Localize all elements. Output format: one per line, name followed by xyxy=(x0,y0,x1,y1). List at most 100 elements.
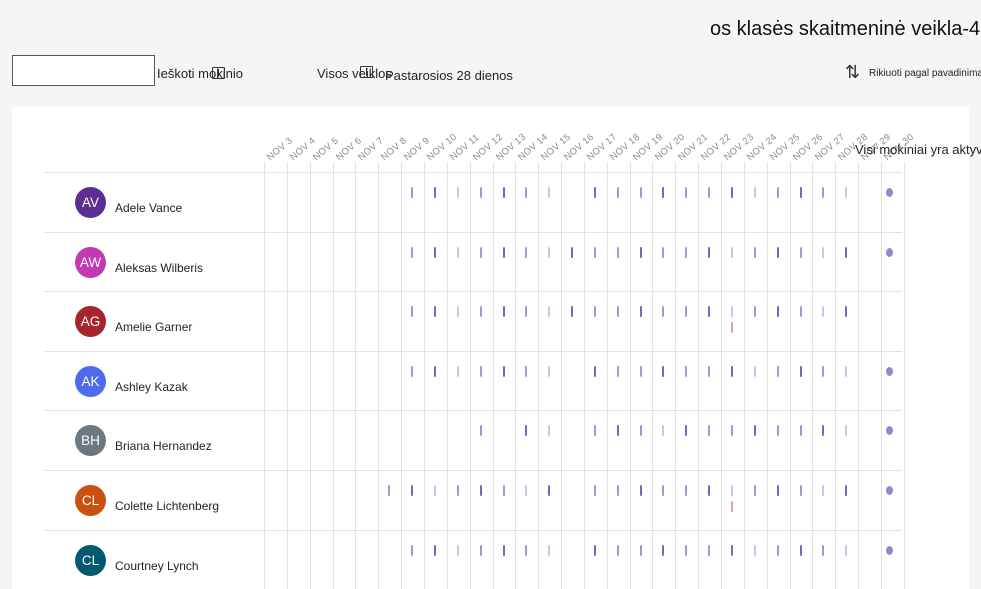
activity-mark[interactable] xyxy=(502,485,505,496)
activity-mark[interactable] xyxy=(616,544,619,556)
activity-mark[interactable] xyxy=(616,246,619,258)
activity-mark[interactable] xyxy=(548,544,551,556)
activity-mark[interactable] xyxy=(502,306,505,318)
activity-mark[interactable] xyxy=(639,425,642,437)
student-name[interactable]: Amelie Garner xyxy=(115,320,192,334)
activity-mark[interactable] xyxy=(845,544,848,556)
activity-mark[interactable] xyxy=(502,365,505,377)
activity-mark[interactable] xyxy=(845,365,848,377)
activity-mark[interactable] xyxy=(548,246,551,258)
activity-mark[interactable] xyxy=(456,485,459,496)
activity-mark[interactable] xyxy=(753,306,756,318)
activity-mark[interactable] xyxy=(799,187,802,198)
activity-mark[interactable] xyxy=(639,306,642,318)
activity-mark[interactable] xyxy=(433,485,436,496)
activity-mark[interactable] xyxy=(456,306,459,318)
activity-mark[interactable] xyxy=(685,306,688,318)
activity-mark[interactable] xyxy=(479,365,482,377)
activity-mark[interactable] xyxy=(479,246,482,258)
period-dropdown[interactable]: Pastarosios 28 dienos xyxy=(385,68,513,83)
activity-mark[interactable] xyxy=(776,485,779,496)
activity-mark[interactable] xyxy=(685,425,688,437)
activity-dot[interactable] xyxy=(885,486,893,495)
activity-mark[interactable] xyxy=(753,485,756,496)
activity-mark[interactable] xyxy=(479,425,482,437)
search-input[interactable] xyxy=(12,55,155,86)
activity-mark[interactable] xyxy=(593,246,596,258)
activity-mark[interactable] xyxy=(799,485,802,496)
activity-mark[interactable] xyxy=(731,425,733,437)
activity-mark[interactable] xyxy=(502,187,505,198)
activity-mark[interactable] xyxy=(776,306,779,318)
activity-mark[interactable] xyxy=(685,246,688,258)
student-name[interactable]: Courtney Lynch xyxy=(115,559,199,573)
sort-arrows-icon[interactable]: ⇅ xyxy=(845,63,860,81)
activity-mark[interactable] xyxy=(616,425,619,437)
activity-mark[interactable] xyxy=(845,246,848,258)
activity-mark[interactable] xyxy=(685,485,688,496)
activity-mark[interactable] xyxy=(639,544,642,556)
activity-mark[interactable] xyxy=(456,246,459,258)
activity-mark[interactable] xyxy=(731,246,733,258)
activity-mark[interactable] xyxy=(753,365,756,377)
activity-mark[interactable] xyxy=(708,544,711,556)
activity-mark[interactable] xyxy=(548,425,551,437)
activity-mark[interactable] xyxy=(502,246,505,258)
student-name[interactable]: Ashley Kazak xyxy=(115,380,188,394)
student-name[interactable]: Colette Lichtenberg xyxy=(115,499,219,513)
activity-mark[interactable] xyxy=(433,246,436,258)
activity-dot[interactable] xyxy=(885,188,893,197)
alert-mark[interactable] xyxy=(731,322,733,334)
student-name[interactable]: Briana Hernandez xyxy=(115,439,212,453)
activity-mark[interactable] xyxy=(411,246,414,258)
activity-mark[interactable] xyxy=(639,246,642,258)
activity-mark[interactable] xyxy=(456,365,459,377)
activity-mark[interactable] xyxy=(845,425,848,437)
activity-filter-dropdown[interactable]: Visos veiklos xyxy=(317,66,392,81)
activity-mark[interactable] xyxy=(708,187,711,198)
activity-mark[interactable] xyxy=(548,485,551,496)
activity-mark[interactable] xyxy=(799,246,802,258)
activity-mark[interactable] xyxy=(776,425,779,437)
activity-mark[interactable] xyxy=(685,365,688,377)
activity-mark[interactable] xyxy=(685,187,688,198)
activity-mark[interactable] xyxy=(571,306,574,318)
activity-mark[interactable] xyxy=(616,485,619,496)
activity-mark[interactable] xyxy=(753,246,756,258)
activity-mark[interactable] xyxy=(799,365,802,377)
activity-mark[interactable] xyxy=(479,187,482,198)
activity-mark[interactable] xyxy=(616,365,619,377)
activity-mark[interactable] xyxy=(731,306,733,318)
activity-mark[interactable] xyxy=(593,306,596,318)
activity-mark[interactable] xyxy=(593,485,596,496)
activity-mark[interactable] xyxy=(753,187,756,198)
activity-mark[interactable] xyxy=(479,306,482,318)
activity-mark[interactable] xyxy=(731,485,733,496)
alert-mark[interactable] xyxy=(731,501,733,512)
activity-mark[interactable] xyxy=(433,187,436,198)
activity-mark[interactable] xyxy=(845,485,848,496)
activity-mark[interactable] xyxy=(411,187,414,198)
activity-mark[interactable] xyxy=(502,544,505,556)
activity-mark[interactable] xyxy=(571,246,574,258)
activity-mark[interactable] xyxy=(639,187,642,198)
activity-mark[interactable] xyxy=(731,544,733,556)
activity-mark[interactable] xyxy=(388,485,391,496)
activity-mark[interactable] xyxy=(479,544,482,556)
activity-mark[interactable] xyxy=(593,425,596,437)
activity-mark[interactable] xyxy=(593,187,596,198)
activity-mark[interactable] xyxy=(708,365,711,377)
activity-mark[interactable] xyxy=(845,187,848,198)
activity-mark[interactable] xyxy=(456,187,459,198)
activity-mark[interactable] xyxy=(411,365,414,377)
activity-mark[interactable] xyxy=(548,306,551,318)
activity-mark[interactable] xyxy=(799,425,802,437)
activity-mark[interactable] xyxy=(411,485,414,496)
activity-mark[interactable] xyxy=(708,425,711,437)
activity-mark[interactable] xyxy=(753,544,756,556)
activity-mark[interactable] xyxy=(639,485,642,496)
activity-mark[interactable] xyxy=(708,306,711,318)
activity-mark[interactable] xyxy=(845,306,848,318)
activity-mark[interactable] xyxy=(433,544,436,556)
activity-mark[interactable] xyxy=(593,365,596,377)
